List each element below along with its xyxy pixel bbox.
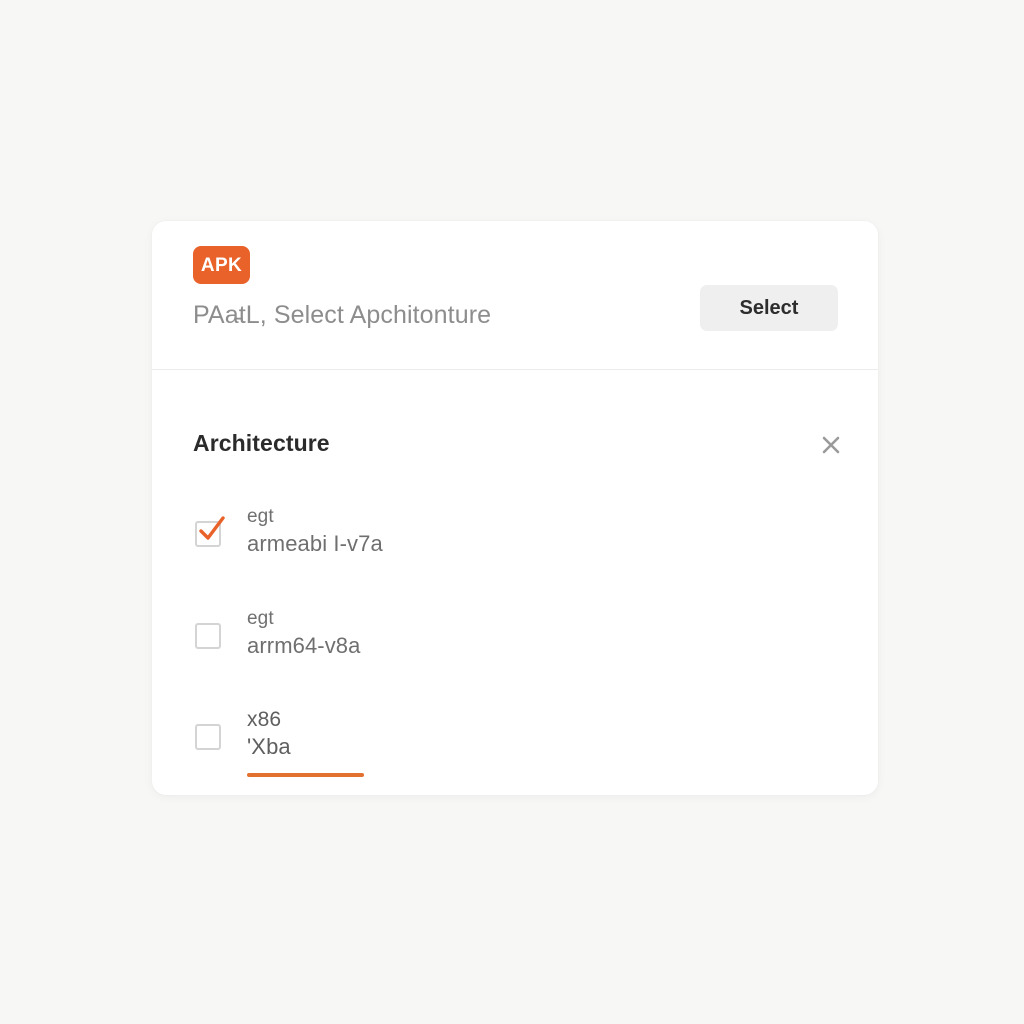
list-item[interactable]: x86 'Xba [152,704,878,777]
select-button[interactable]: Select [700,285,838,331]
architecture-checkbox-0[interactable] [195,516,225,547]
apk-architecture-card: APK PAa̵tL, Select Apchitonture Select A… [152,221,878,795]
option-secondary-text: 'Xba [247,734,291,759]
close-icon[interactable] [812,426,850,464]
list-item[interactable]: egt arrm64-v8a [152,603,878,673]
architecture-label-1[interactable]: egt arrm64-v8a [247,606,360,660]
architecture-checkbox-2[interactable] [195,724,221,750]
architecture-label-0[interactable]: egt armeabi I-v7a [247,504,383,558]
option-secondary-text: arrm64-v8a [247,633,361,658]
page-title: Architecture [193,430,330,456]
apk-badge: APK [193,246,250,284]
header-subtitle: PAa̵tL, Select Apchitonture [193,301,492,329]
card-body: Architecture egt armeabi I-v7a egt arrm6… [152,370,878,795]
architecture-checkbox-1[interactable] [195,623,221,649]
option-primary-text: egt [247,506,274,527]
selection-underline [247,773,364,777]
option-primary-text: egt [247,608,274,629]
option-secondary-text: armeabi I-v7a [247,531,383,556]
architecture-label-2[interactable]: x86 'Xba [247,707,291,761]
option-primary-text: x86 [247,708,282,731]
list-item[interactable]: egt armeabi I-v7a [152,501,878,571]
card-header: APK PAa̵tL, Select Apchitonture Select [152,221,878,370]
